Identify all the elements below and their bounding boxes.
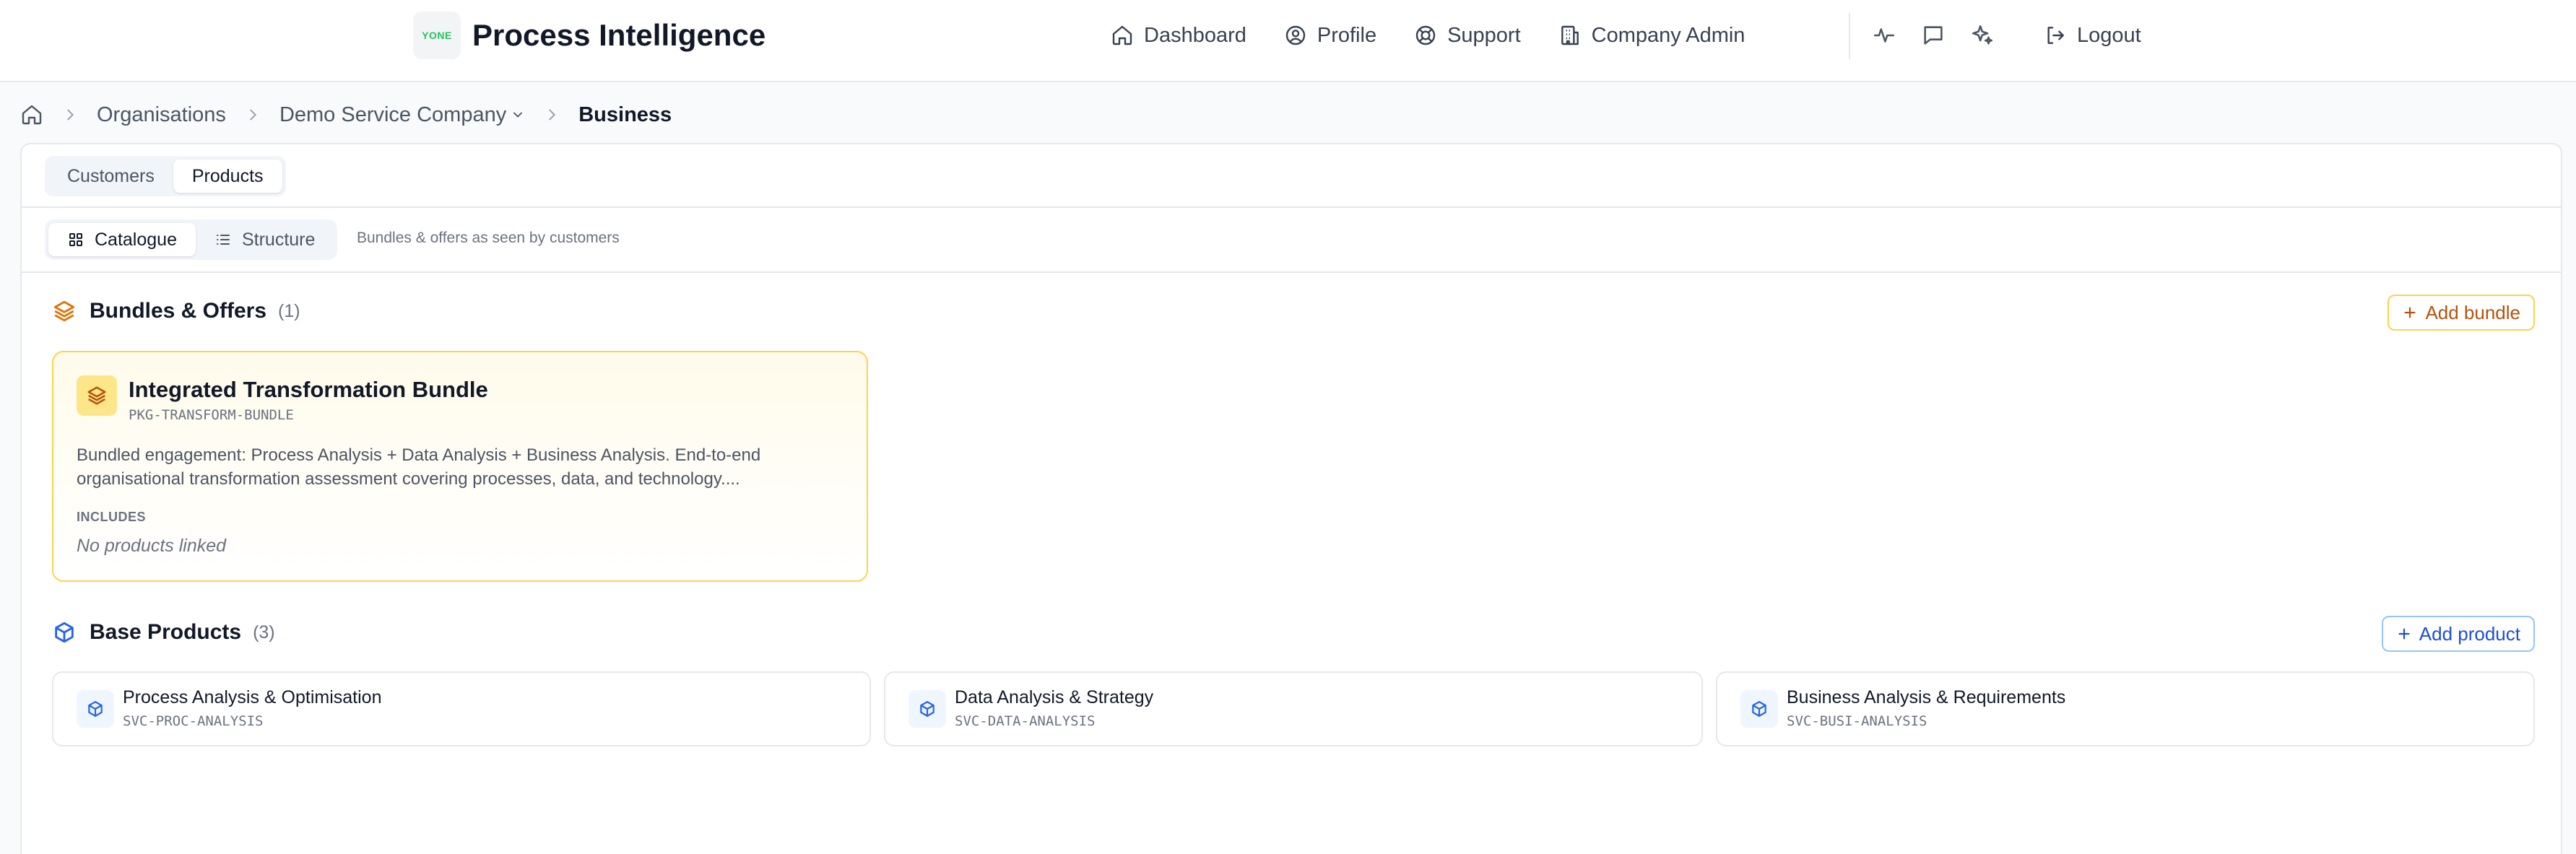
product-code: SVC-DATA-ANALYSIS [955, 713, 1096, 729]
tab-products[interactable]: Products [173, 160, 282, 193]
product-name: Business Analysis & Requirements [1787, 687, 2066, 707]
lifebuoy-icon [1415, 25, 1436, 45]
add-product-button[interactable]: Add product [2381, 616, 2535, 652]
layers-icon [53, 300, 75, 322]
home-icon [1112, 25, 1132, 45]
activity-icon[interactable] [1872, 23, 1896, 48]
sparkles-icon[interactable] [1970, 23, 1995, 48]
plus-icon [2404, 307, 2416, 318]
view-toggle: Catalogue Structure [45, 219, 338, 260]
chat-icon[interactable] [1921, 23, 1946, 48]
company-logo: YONE [413, 12, 461, 59]
product-card[interactable]: Process Analysis & Optimisation SVC-PROC… [52, 671, 871, 746]
view-structure-label: Structure [241, 229, 316, 250]
products-title: Base Products [90, 620, 242, 644]
cube-icon [88, 701, 103, 717]
nav-support[interactable]: Support [1414, 24, 1521, 48]
cube-icon [920, 701, 934, 717]
breadcrumb-current: Business [578, 103, 672, 126]
breadcrumb-organisations[interactable]: Organisations [97, 103, 226, 127]
view-catalogue-label: Catalogue [95, 229, 177, 250]
main-panel: Customers Products Catalogue Structure B… [20, 143, 2562, 854]
product-icon-box [908, 690, 946, 728]
breadcrumb-company-dropdown[interactable]: Demo Service Company [279, 103, 525, 127]
chevron-right-icon [250, 109, 257, 121]
bundle-includes-label: INCLUDES [77, 510, 147, 524]
add-bundle-button[interactable]: Add bundle [2388, 295, 2535, 331]
tab-customers[interactable]: Customers [48, 160, 173, 193]
bundle-icon-box [77, 375, 117, 416]
logout-icon [2047, 27, 2064, 44]
brand[interactable]: YONE Process Intelligence [413, 12, 766, 59]
bundles-title: Bundles & Offers [90, 299, 267, 323]
product-code: SVC-BUSI-ANALYSIS [1787, 713, 1927, 729]
breadcrumb-company: Demo Service Company [279, 103, 507, 126]
breadcrumb: Organisations Demo Service Company Busin… [20, 100, 672, 130]
user-circle-icon [1285, 25, 1306, 45]
breadcrumb-home[interactable] [20, 103, 43, 126]
view-description: Bundles & offers as seen by customers [357, 230, 620, 246]
product-card[interactable]: Data Analysis & Strategy SVC-DATA-ANALYS… [884, 671, 1703, 746]
chevron-right-icon [549, 109, 556, 121]
nav-divider [1849, 13, 1850, 59]
cube-icon [1752, 701, 1766, 717]
bundles-section-header: Bundles & Offers (1) [52, 299, 300, 323]
home-icon [22, 105, 42, 125]
product-icon-box [77, 690, 114, 728]
product-name: Data Analysis & Strategy [955, 687, 1154, 707]
bundle-name: Integrated Transformation Bundle [129, 377, 488, 402]
products-count: (3) [253, 622, 275, 642]
bundle-code: PKG-TRANSFORM-BUNDLE [129, 407, 294, 423]
tabs-bar: Customers Products [22, 144, 2561, 208]
add-product-label: Add product [2419, 622, 2520, 645]
nav-dashboard[interactable]: Dashboard [1111, 24, 1246, 48]
cube-icon [55, 622, 74, 643]
grid-icon [69, 233, 82, 246]
plus-icon [2398, 628, 2410, 640]
product-icon-box [1740, 690, 1778, 728]
chevron-right-icon [67, 109, 74, 121]
main-tabs: Customers Products [45, 156, 286, 196]
app-title: Process Intelligence [472, 18, 766, 52]
products-section-header: Base Products (3) [52, 620, 275, 645]
logout-button[interactable]: Logout [2044, 19, 2141, 52]
top-navbar: YONE Process Intelligence Dashboard Prof… [0, 0, 2576, 82]
chevron-down-icon [513, 112, 523, 118]
view-toolbar: Catalogue Structure Bundles & offers as … [22, 208, 2561, 273]
view-catalogue-button[interactable]: Catalogue [48, 223, 196, 256]
add-bundle-label: Add bundle [2425, 301, 2520, 323]
nav-dashboard-label: Dashboard [1144, 23, 1246, 47]
product-name: Process Analysis & Optimisation [123, 687, 382, 707]
nav-company-admin-label: Company Admin [1591, 23, 1745, 47]
bundle-card[interactable]: Integrated Transformation Bundle PKG-TRA… [52, 351, 868, 582]
main-nav: Dashboard Profile Support Company Admin [1111, 19, 1745, 52]
nav-profile[interactable]: Profile [1284, 24, 1376, 48]
bundle-description: Bundled engagement: Process Analysis + D… [77, 445, 761, 489]
list-icon [216, 235, 230, 245]
product-code: SVC-PROC-ANALYSIS [123, 713, 264, 729]
bundles-count: (1) [278, 300, 300, 321]
logout-label: Logout [2077, 23, 2141, 47]
product-card[interactable]: Business Analysis & Requirements SVC-BUS… [1716, 671, 2535, 746]
view-structure-button[interactable]: Structure [196, 223, 334, 256]
nav-support-label: Support [1447, 23, 1521, 47]
layers-icon [87, 386, 106, 405]
bundle-includes-empty: No products linked [77, 536, 227, 556]
building-icon [1561, 25, 1579, 45]
nav-company-admin[interactable]: Company Admin [1558, 24, 1745, 48]
nav-profile-label: Profile [1317, 23, 1377, 47]
